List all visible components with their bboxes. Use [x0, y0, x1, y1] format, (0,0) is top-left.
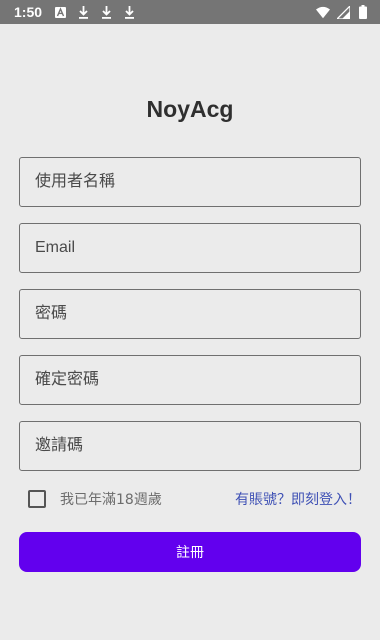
register-button[interactable]: 註冊	[19, 532, 361, 572]
email-input[interactable]	[19, 223, 361, 273]
download-icon	[99, 5, 113, 19]
invite-code-input[interactable]	[19, 421, 361, 471]
age-checkbox[interactable]	[28, 490, 46, 508]
battery-icon	[356, 5, 370, 19]
username-input[interactable]	[19, 157, 361, 207]
password-input[interactable]	[19, 289, 361, 339]
age-checkbox-label: 我已年滿18週歲	[60, 492, 162, 508]
notification-a-icon	[53, 5, 67, 19]
login-link[interactable]: 有賬號？即刻登入！	[235, 489, 361, 509]
download-icon	[122, 5, 136, 19]
wifi-icon	[316, 5, 330, 19]
status-bar: 1:50	[0, 0, 380, 24]
confirm-password-input[interactable]	[19, 355, 361, 405]
status-time: 1:50	[14, 4, 43, 20]
signal-icon	[336, 5, 350, 19]
download-icon	[76, 5, 90, 19]
age-login-row: 我已年滿18週歲 有賬號？即刻登入！	[19, 486, 361, 512]
app-title: NoyAcg	[146, 96, 234, 122]
status-right	[316, 5, 370, 19]
status-left: 1:50	[14, 4, 136, 20]
